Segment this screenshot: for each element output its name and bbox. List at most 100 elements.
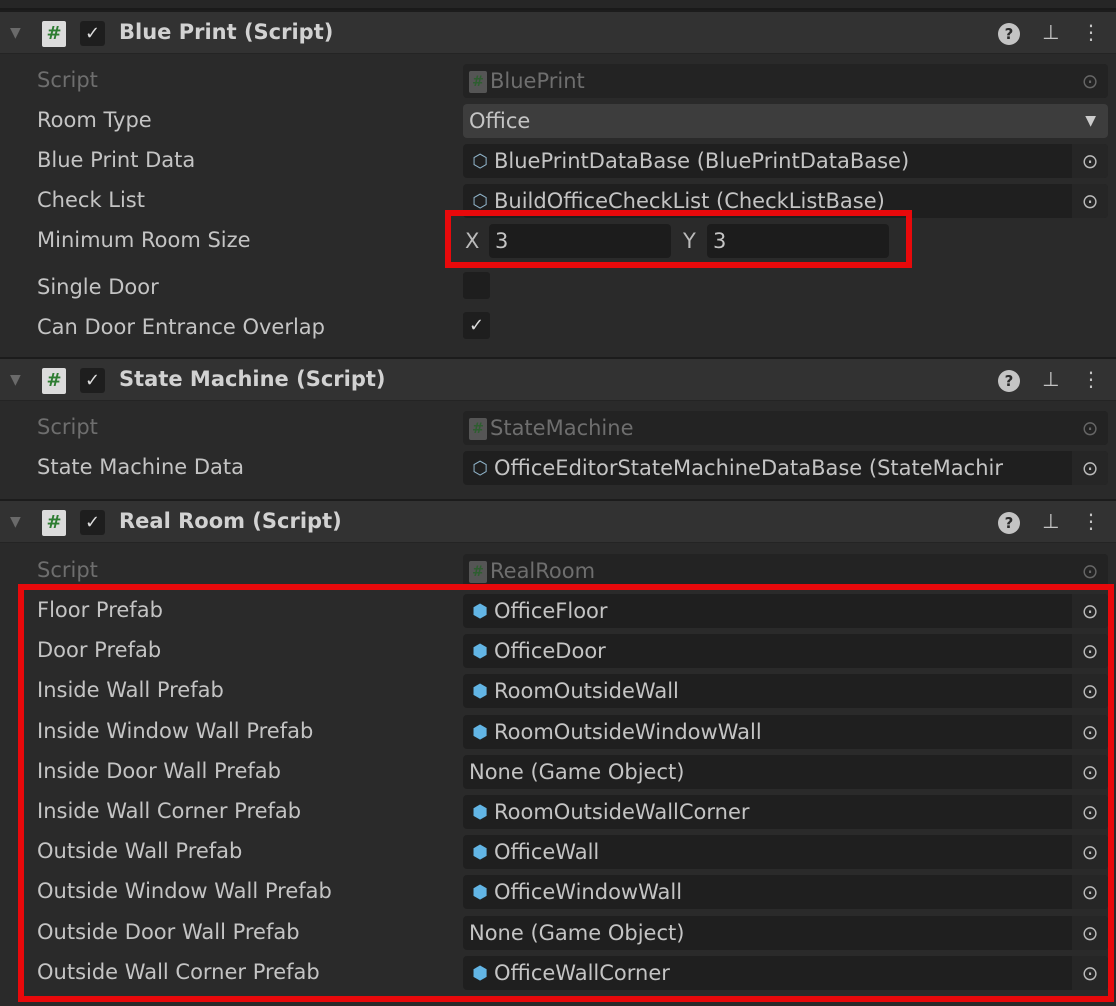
scriptable-object-icon: ⬡ [472, 191, 488, 212]
presets-icon[interactable]: ⊥ [1039, 20, 1063, 44]
blue-print-data-row: Blue Print Data ⬡ BluePrintDataBase (Blue… [0, 141, 1116, 181]
object-field[interactable]: ⬢ OfficeDoor ⊙ [463, 634, 1108, 669]
prefab-row: Inside Wall Prefab ⬢ RoomOutsideWall ⊙ [0, 671, 1116, 711]
help-icon[interactable]: ? [998, 370, 1020, 392]
field-label: Script [37, 415, 98, 439]
object-field-value: OfficeWallCorner [494, 960, 670, 985]
object-picker-icon[interactable]: ⊙ [1072, 795, 1108, 829]
script-row: Script # BluePrint ⊙ [0, 61, 1116, 101]
prefab-cube-icon: ⬢ [472, 802, 488, 823]
component-enabled-checkbox[interactable]: ✓ [80, 21, 105, 46]
object-field[interactable]: ⬡ BluePrintDataBase (BluePrintDataBase) ⊙ [463, 144, 1108, 178]
object-picker-icon[interactable]: ⊙ [1072, 634, 1108, 669]
object-field[interactable]: ⬢ RoomOutsideWall ⊙ [463, 674, 1108, 709]
component-title: Real Room (Script) [119, 509, 342, 533]
script-icon: # [42, 21, 66, 47]
can-door-entrance-overlap-row: Can Door Entrance Overlap ✓ [0, 308, 1116, 348]
object-picker-icon: ⊙ [1072, 64, 1108, 98]
prefab-row: Door Prefab ⬢ OfficeDoor ⊙ [0, 631, 1116, 671]
help-icon[interactable]: ? [998, 23, 1020, 45]
object-field[interactable]: ⬢ RoomOutsideWindowWall ⊙ [463, 714, 1108, 749]
single-door-row: Single Door [0, 268, 1116, 308]
minimum-room-size-row: Minimum Room Size X3 Y3 [0, 221, 1116, 261]
field-label: Single Door [37, 275, 159, 299]
presets-icon[interactable]: ⊥ [1039, 509, 1063, 533]
field-label: Inside Wall Corner Prefab [37, 799, 302, 823]
script-name: BluePrint [490, 69, 585, 93]
field-label: Outside Wall Prefab [37, 839, 243, 864]
component-enabled-checkbox[interactable]: ✓ [80, 510, 105, 535]
field-label: Outside Door Wall Prefab [37, 919, 300, 944]
object-field[interactable]: ⬢ RoomOutsideWallCorner ⊙ [463, 795, 1108, 829]
prefab-cube-icon: ⬢ [472, 882, 488, 904]
script-icon: # [469, 71, 487, 93]
prefab-row: Floor Prefab ⬢ OfficeFloor ⊙ [0, 591, 1116, 631]
object-picker-icon[interactable]: ⊙ [1072, 754, 1108, 789]
object-field[interactable]: ⬢ OfficeWindowWall ⊙ [463, 875, 1108, 910]
script-icon: # [469, 418, 487, 440]
can-door-overlap-checkbox[interactable]: ✓ [463, 312, 490, 339]
object-picker-icon[interactable]: ⊙ [1072, 184, 1108, 218]
object-picker-icon[interactable]: ⊙ [1072, 594, 1108, 628]
object-picker-icon[interactable]: ⊙ [1072, 451, 1108, 485]
script-name: RealRoom [490, 559, 596, 583]
dropdown-arrow-icon: ▼ [1085, 113, 1096, 129]
x-input[interactable]: 3 [489, 224, 671, 258]
object-picker-icon: ⊙ [1072, 411, 1108, 445]
object-field[interactable]: ⬡ OfficeEditorStateMachineDataBase (State… [463, 451, 1108, 485]
field-label: Outside Window Wall Prefab [37, 879, 332, 904]
component-title: Blue Print (Script) [119, 20, 334, 44]
script-row: Script # StateMachine ⊙ [0, 408, 1116, 448]
context-menu-icon[interactable]: ⋮ [1079, 509, 1103, 533]
object-picker-icon[interactable]: ⊙ [1072, 144, 1108, 178]
object-field[interactable]: ⬢ OfficeWallCorner ⊙ [463, 955, 1108, 990]
prefab-row: Inside Wall Corner Prefab ⬢ RoomOutsideWa… [0, 792, 1116, 832]
component-header[interactable]: ▼ # ✓ Blue Print (Script) ? ⊥ ⋮ [0, 10, 1116, 54]
object-field-value: BluePrintDataBase (BluePrintDataBase) [494, 149, 910, 173]
scriptable-object-icon: ⬡ [472, 151, 488, 172]
object-field-value: OfficeWindowWall [494, 880, 683, 905]
presets-icon[interactable]: ⊥ [1039, 367, 1063, 391]
prefab-row: Inside Window Wall Prefab ⬢ RoomOutsideWi… [0, 712, 1116, 752]
object-picker-icon[interactable]: ⊙ [1072, 875, 1108, 910]
object-picker-icon[interactable]: ⊙ [1072, 955, 1108, 990]
foldout-arrow-icon[interactable]: ▼ [10, 25, 21, 41]
object-field-value: OfficeFloor [494, 599, 608, 623]
field-label: Outside Wall Corner Prefab [37, 959, 320, 984]
context-menu-icon[interactable]: ⋮ [1079, 367, 1103, 391]
component-header[interactable]: ▼ # ✓ State Machine (Script) ? ⊥ ⋮ [0, 357, 1116, 401]
context-menu-icon[interactable]: ⋮ [1079, 20, 1103, 44]
component-header[interactable]: ▼ # ✓ Real Room (Script) ? ⊥ ⋮ [0, 499, 1116, 543]
foldout-arrow-icon[interactable]: ▼ [10, 372, 21, 388]
object-field-value: RoomOutsideWallCorner [494, 800, 750, 824]
room-type-dropdown[interactable]: Office ▼ [463, 104, 1108, 138]
state-machine-data-row: State Machine Data ⬡ OfficeEditorStateMac… [0, 448, 1116, 488]
object-field[interactable]: ⬢ OfficeWall ⊙ [463, 835, 1108, 870]
object-field[interactable]: ⬡ BuildOfficeCheckList (CheckListBase) ⊙ [463, 184, 1108, 218]
foldout-arrow-icon[interactable]: ▼ [10, 514, 21, 530]
field-label: Script [37, 558, 98, 582]
script-icon: # [42, 510, 66, 536]
prefab-row: Outside Wall Prefab ⬢ OfficeWall ⊙ [0, 832, 1116, 872]
help-icon[interactable]: ? [998, 512, 1020, 534]
field-label: Can Door Entrance Overlap [37, 315, 326, 339]
object-field[interactable]: None (Game Object) ⊙ [463, 754, 1108, 789]
object-picker-icon[interactable]: ⊙ [1072, 915, 1108, 950]
component-enabled-checkbox[interactable]: ✓ [80, 368, 105, 393]
dropdown-value: Office [469, 109, 531, 133]
prefab-cube-icon: ⬢ [472, 681, 488, 703]
y-input[interactable]: 3 [707, 224, 889, 258]
object-picker-icon[interactable]: ⊙ [1072, 835, 1108, 870]
object-picker-icon[interactable]: ⊙ [1072, 674, 1108, 709]
prefab-cube-icon: ⬢ [472, 721, 488, 743]
field-label: Floor Prefab [37, 598, 163, 622]
object-field[interactable]: ⬢ OfficeFloor ⊙ [463, 594, 1108, 628]
object-field-value: RoomOutsideWall [494, 679, 679, 704]
field-label: State Machine Data [37, 455, 244, 479]
field-label: Script [37, 68, 98, 92]
object-picker-icon[interactable]: ⊙ [1072, 714, 1108, 749]
single-door-checkbox[interactable] [463, 272, 490, 299]
script-row: Script # RealRoom ⊙ [0, 551, 1116, 591]
object-field[interactable]: None (Game Object) ⊙ [463, 915, 1108, 950]
prefab-row: Outside Door Wall Prefab None (Game Obje… [0, 913, 1116, 953]
